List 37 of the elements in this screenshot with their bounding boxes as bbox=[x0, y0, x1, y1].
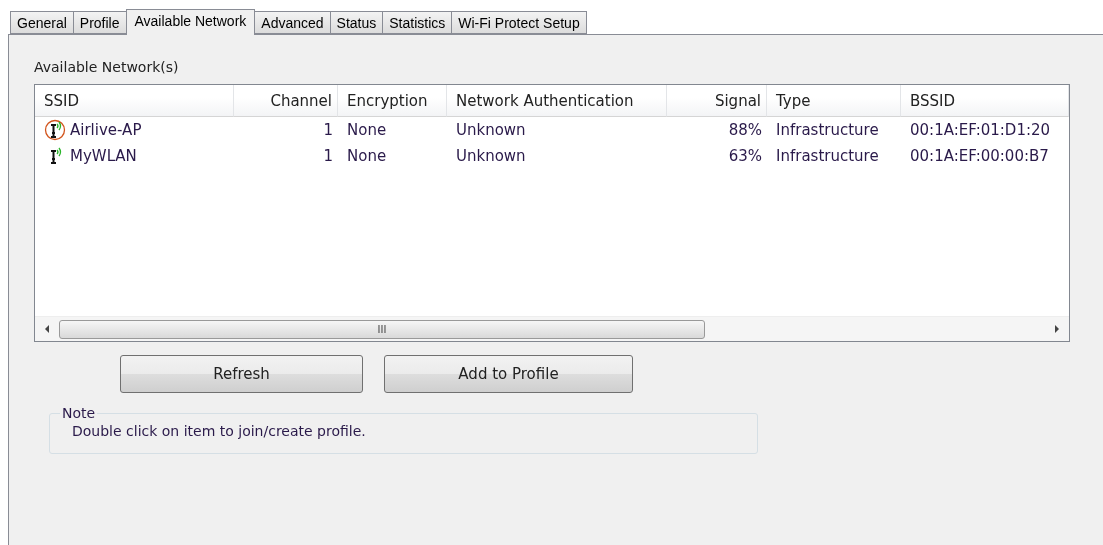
table-cell-text: 1 bbox=[322, 146, 334, 167]
table-cell-text: Unknown bbox=[455, 146, 527, 167]
table-cell-text: 00:1A:EF:01:D1:20 bbox=[909, 120, 1052, 141]
tab[interactable]: Status bbox=[329, 11, 384, 34]
tab[interactable]: Available Network bbox=[125, 9, 256, 35]
ssid-text: MyWLAN bbox=[70, 147, 137, 165]
tab[interactable]: Advanced bbox=[254, 11, 331, 34]
column-header[interactable]: Signal bbox=[667, 85, 767, 117]
tab[interactable]: Wi-Fi Protect Setup bbox=[451, 11, 587, 34]
tab[interactable]: Profile bbox=[72, 11, 127, 34]
column-header[interactable]: Channel bbox=[234, 85, 338, 117]
table-cell-text: 00:1A:EF:00:00:B7 bbox=[909, 146, 1050, 167]
group-title: Available Network(s) bbox=[34, 59, 180, 75]
ssid-text: Airlive-AP bbox=[70, 121, 142, 139]
scroll-left-icon[interactable] bbox=[43, 325, 51, 333]
scrollbar-thumb[interactable]: III bbox=[59, 319, 705, 339]
column-header[interactable]: SSID bbox=[35, 85, 234, 117]
table-cell-text: Infrastructure bbox=[775, 120, 880, 141]
column-header[interactable]: BSSID bbox=[901, 85, 1069, 117]
column-header[interactable]: Type bbox=[767, 85, 901, 117]
table-cell-text: 88% bbox=[727, 120, 763, 141]
table-cell-text: None bbox=[346, 146, 388, 167]
tab[interactable]: General bbox=[10, 11, 74, 34]
refresh-button[interactable]: Refresh bbox=[120, 355, 363, 393]
tab[interactable]: Statistics bbox=[382, 11, 453, 34]
table-cell-text: Unknown bbox=[455, 120, 527, 141]
column-header[interactable]: Network Authentication bbox=[447, 85, 667, 117]
note-title: Note bbox=[61, 405, 97, 421]
horizontal-scrollbar[interactable]: III bbox=[35, 316, 1069, 341]
note-text: Double click on item to join/create profile. bbox=[72, 423, 367, 439]
table-cell-text: None bbox=[346, 120, 388, 141]
add-to-profile-button[interactable]: Add to Profile bbox=[384, 355, 633, 393]
table-cell-text: 1 bbox=[322, 120, 334, 141]
scroll-right-icon[interactable] bbox=[1053, 325, 1061, 333]
table-cell-text: Infrastructure bbox=[775, 146, 880, 167]
table-cell-text: 63% bbox=[727, 146, 763, 167]
column-header[interactable]: Encryption bbox=[338, 85, 447, 117]
